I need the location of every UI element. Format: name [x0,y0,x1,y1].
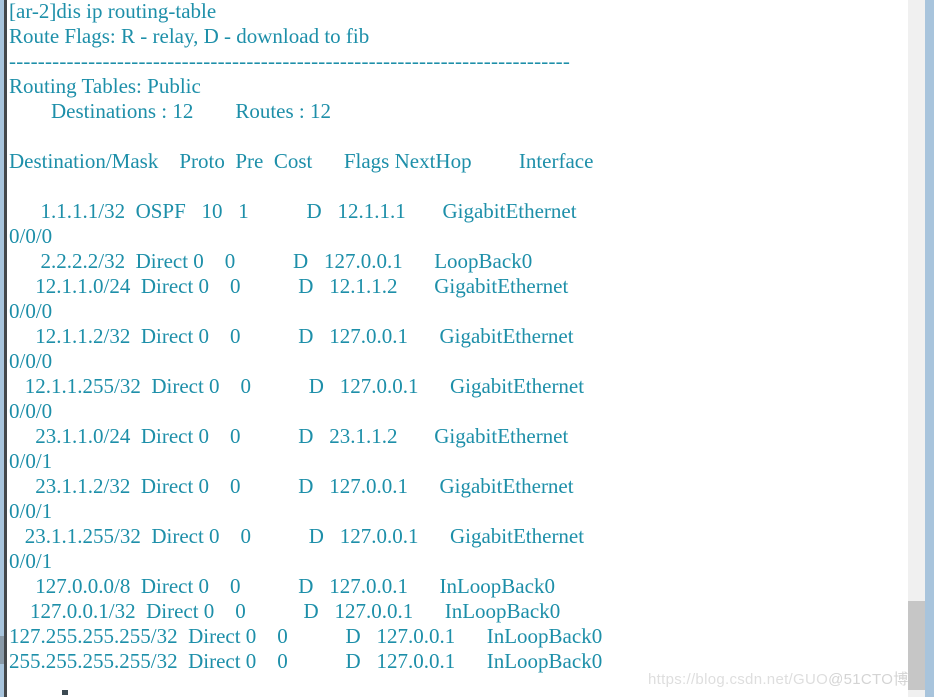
table-row-continuation: 0/0/0 [9,399,53,423]
right-border-stripe [925,0,934,697]
table-row-continuation: 0/0/1 [9,449,53,473]
watermark: https://blog.csdn.net/GUO@51CTO博客 [648,668,924,689]
watermark-site: https://blog.csdn.net/GUO [648,671,829,688]
terminal-screenshot: [ar-2]dis ip routing-table Route Flags: … [0,0,934,697]
separator-line: ----------------------------------------… [9,49,571,73]
table-row-continuation: 0/0/0 [9,349,53,373]
table-row: 1.1.1.1/32 OSPF 10 1 D 12.1.1.1 GigabitE… [9,199,577,223]
table-row: 23.1.1.0/24 Direct 0 0 D 23.1.1.2 Gigabi… [9,424,569,448]
table-row: 12.1.1.2/32 Direct 0 0 D 127.0.0.1 Gigab… [9,324,574,348]
console-output: [ar-2]dis ip routing-table Route Flags: … [9,0,889,674]
left-divider-rule [4,0,7,697]
vertical-scrollbar-track[interactable] [908,0,925,697]
table-row: 127.255.255.255/32 Direct 0 0 D 127.0.0.… [9,624,603,648]
table-header-line: Destination/Mask Proto Pre Cost Flags Ne… [9,149,594,173]
left-scroll-thumb[interactable] [0,636,4,664]
table-row: 127.0.0.1/32 Direct 0 0 D 127.0.0.1 InLo… [9,599,561,623]
routing-tables-scope-line: Routing Tables: Public [9,74,201,98]
table-row: 2.2.2.2/32 Direct 0 0 D 127.0.0.1 LoopBa… [9,249,533,273]
command-prompt-line: [ar-2]dis ip routing-table [9,0,217,23]
table-row: 127.0.0.0/8 Direct 0 0 D 127.0.0.1 InLoo… [9,574,555,598]
destinations-routes-count-line: Destinations : 12 Routes : 12 [9,99,331,123]
route-flags-line: Route Flags: R - relay, D - download to … [9,24,370,48]
table-row-continuation: 0/0/0 [9,299,53,323]
table-row-continuation: 0/0/1 [9,499,53,523]
vertical-scrollbar-thumb[interactable] [908,601,925,690]
table-row: 23.1.1.255/32 Direct 0 0 D 127.0.0.1 Gig… [9,524,585,548]
table-row-continuation: 0/0/1 [9,549,53,573]
table-row: 23.1.1.2/32 Direct 0 0 D 127.0.0.1 Gigab… [9,474,574,498]
table-row: 12.1.1.0/24 Direct 0 0 D 12.1.1.2 Gigabi… [9,274,569,298]
table-row-continuation: 0/0/0 [9,224,53,248]
next-prompt-clipped-glyph [62,690,68,695]
table-row: 12.1.1.255/32 Direct 0 0 D 127.0.0.1 Gig… [9,374,585,398]
